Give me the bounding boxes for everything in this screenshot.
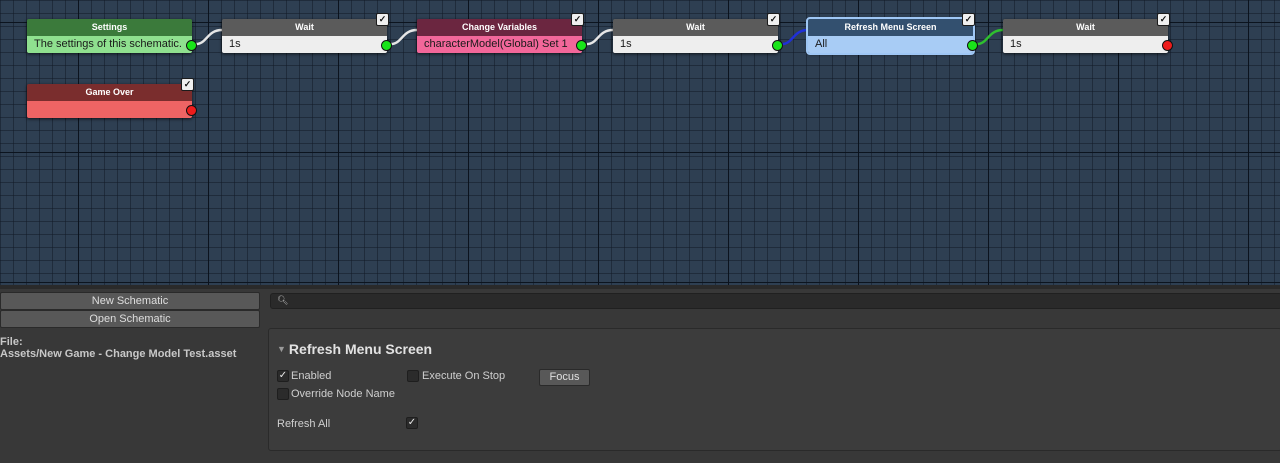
node-value [27,101,192,118]
node-enabled-checkbox[interactable]: ✓ [376,13,389,26]
inspector-title: Refresh Menu Screen [288,341,433,357]
node-refresh-menu-screen[interactable]: Refresh Menu Screen All ✓ [806,13,978,55]
execute-on-stop-checkbox[interactable] [407,370,419,382]
node-change-variables[interactable]: Change Variables characterModel(Global) … [417,13,587,53]
search-bar[interactable]: 🔍︎ [270,293,1280,309]
node-enabled-checkbox[interactable]: ✓ [571,13,584,26]
node-enabled-checkbox[interactable]: ✓ [1157,13,1170,26]
node-value: The settings of this schematic. [27,36,192,53]
search-icon: 🔍︎ [277,295,289,305]
override-node-name-label: Override Node Name [291,388,395,400]
node-title: Wait [1003,19,1168,36]
bottom-panel: New Schematic Open Schematic File: Asset… [0,285,1280,463]
node-wait[interactable]: Wait 1s ✓ [613,13,783,53]
schematic-canvas[interactable]: Settings The settings of this schematic.… [0,0,1280,285]
panel-divider[interactable] [0,285,1280,289]
node-value: characterModel(Global) Set 1 [417,36,582,53]
node-wait[interactable]: Wait 1s ✓ [222,13,392,53]
output-port[interactable] [186,40,197,51]
node-title: Wait [222,19,387,36]
output-port[interactable] [967,40,978,51]
collapse-triangle-icon[interactable]: ▼ [277,344,286,354]
output-port[interactable] [186,105,197,116]
refresh-all-label: Refresh All [277,418,331,430]
new-schematic-button[interactable]: New Schematic [0,292,260,310]
focus-button[interactable]: Focus [539,369,590,386]
search-input[interactable] [289,294,1269,308]
node-enabled-checkbox[interactable]: ✓ [181,78,194,91]
wire-refresh-menu-to-wait [976,28,1004,46]
output-port[interactable] [576,40,587,51]
wire-change-variables-to-wait [586,28,614,46]
enabled-label: Enabled [291,370,332,382]
wire-wait-to-change-variables [390,28,418,46]
node-settings[interactable]: Settings The settings of this schematic. [27,19,197,53]
enabled-checkbox[interactable]: ✓ [277,370,289,382]
node-value: All [808,36,973,53]
node-title: Game Over [27,84,192,101]
execute-on-stop-label: Execute On Stop [422,370,506,382]
override-node-name-checkbox[interactable] [277,388,289,400]
wire-settings-to-wait [195,28,223,46]
node-title: Wait [613,19,778,36]
output-port[interactable] [772,40,783,51]
node-value: 1s [1003,36,1168,53]
wire-wait-to-refresh-menu [781,28,809,46]
inspector-header[interactable]: ▼ Refresh Menu Screen [277,341,432,357]
node-value: 1s [222,36,387,53]
node-title: Refresh Menu Screen [808,19,973,36]
node-enabled-checkbox[interactable]: ✓ [767,13,780,26]
node-title: Settings [27,19,192,36]
output-port[interactable] [1162,40,1173,51]
open-schematic-button[interactable]: Open Schematic [0,310,260,328]
file-label: File: [0,336,23,348]
node-inspector: ▼ Refresh Menu Screen ✓ Enabled Execute O… [268,328,1280,451]
node-value: 1s [613,36,778,53]
node-wait[interactable]: Wait 1s ✓ [1003,13,1173,53]
node-title: Change Variables [417,19,582,36]
output-port[interactable] [381,40,392,51]
node-game-over[interactable]: Game Over ✓ [27,78,197,118]
node-enabled-checkbox[interactable]: ✓ [962,13,975,26]
file-path: Assets/New Game - Change Model Test.asse… [0,348,237,360]
refresh-all-checkbox[interactable]: ✓ [406,417,418,429]
